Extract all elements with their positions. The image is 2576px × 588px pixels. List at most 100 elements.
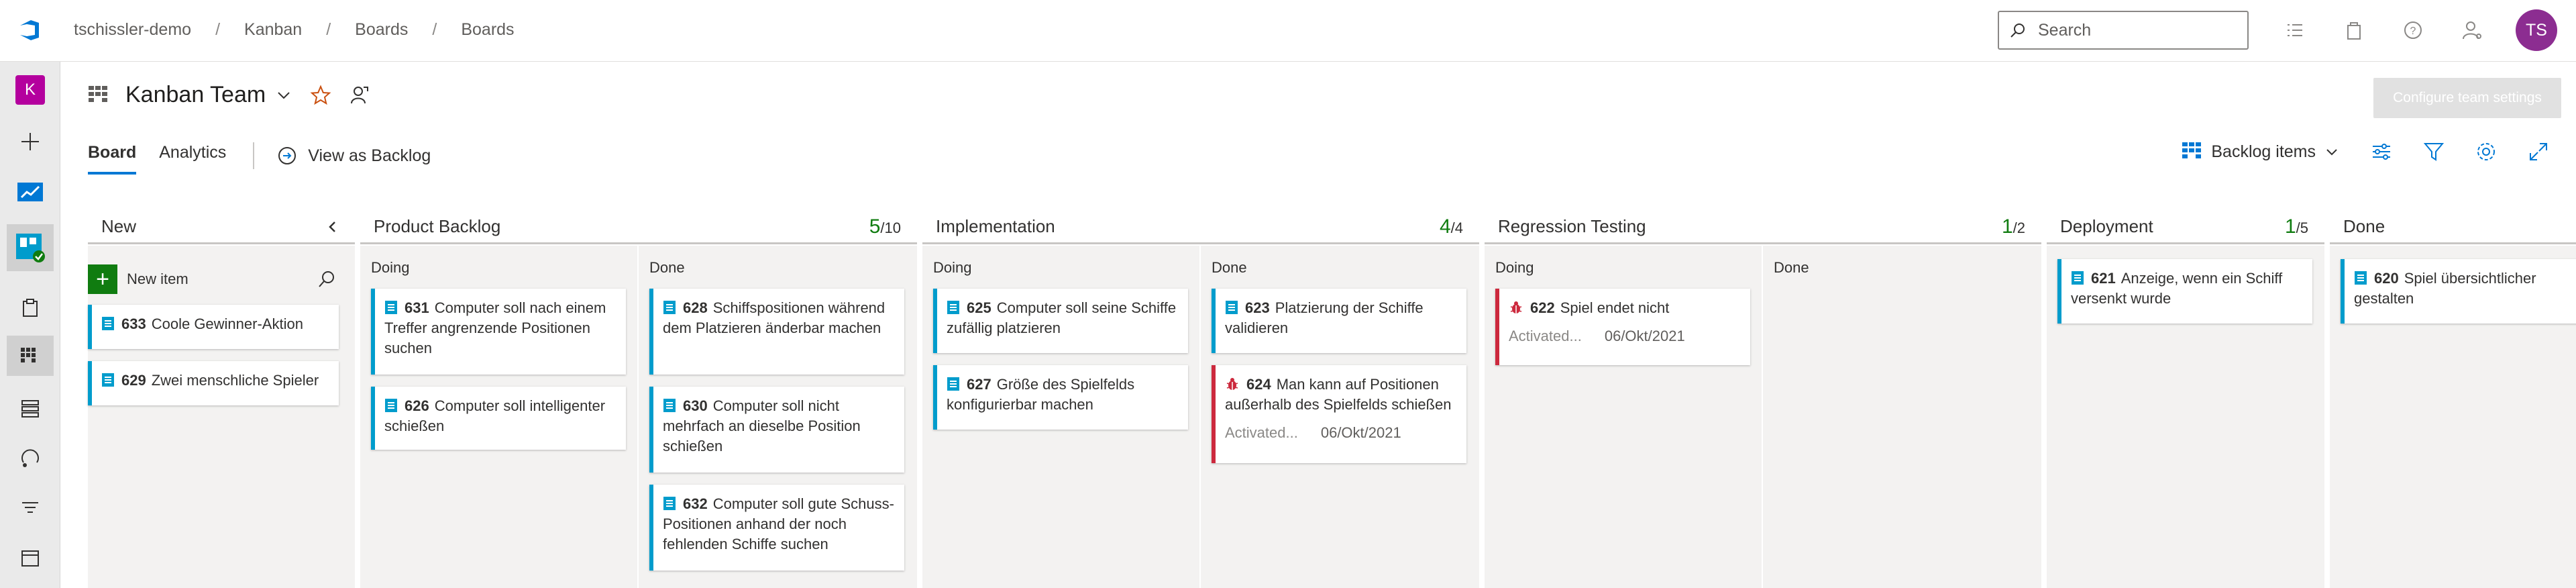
help-icon[interactable]: ? bbox=[2402, 19, 2424, 42]
tab-board[interactable]: Board bbox=[88, 143, 137, 175]
view-options-icon[interactable] bbox=[2371, 141, 2392, 162]
settings-gear-icon[interactable] bbox=[2475, 141, 2497, 162]
breadcrumb-project[interactable]: Kanban bbox=[244, 20, 302, 40]
chevron-down-icon[interactable] bbox=[2324, 144, 2340, 160]
avatar[interactable]: TS bbox=[2516, 9, 2557, 51]
column-title: Regression Testing bbox=[1498, 216, 1646, 236]
bug-card[interactable]: 622 Spiel endet nicht Activated... 06/Okt/… bbox=[1495, 289, 1750, 365]
search-input[interactable]: Search bbox=[1998, 11, 2249, 50]
column-product-backlog: Product Backlog 5/10 Doing 631 Computer s… bbox=[360, 211, 917, 588]
work-item-card[interactable]: 627 Größe des Spielfelds konfigurierbar m… bbox=[933, 365, 1188, 430]
boards-icon[interactable] bbox=[7, 224, 54, 271]
column-implementation: Implementation 4/4 Doing 625 Computer sol… bbox=[922, 211, 1479, 588]
work-item-card[interactable]: 631 Computer soll nach einem Treffer angr… bbox=[371, 289, 626, 375]
work-item-card[interactable]: 626 Computer soll intelligenter schießen bbox=[371, 387, 626, 450]
card-state: Activated... bbox=[1509, 328, 1582, 344]
boards-nav-icon[interactable] bbox=[7, 336, 54, 376]
product-backlog-item-icon bbox=[947, 301, 959, 314]
work-items-icon[interactable] bbox=[13, 291, 47, 325]
team-header: Kanban Team bbox=[88, 82, 370, 108]
bug-icon bbox=[1226, 378, 1238, 390]
new-item-button[interactable]: + New item bbox=[88, 264, 189, 294]
chevron-down-icon[interactable] bbox=[275, 87, 292, 104]
card-state: Activated... bbox=[1225, 424, 1298, 441]
fullscreen-icon[interactable] bbox=[2528, 141, 2549, 162]
bug-card[interactable]: 624 Man kann auf Positionen außerhalb des… bbox=[1212, 365, 1466, 463]
add-icon[interactable] bbox=[13, 125, 47, 158]
work-item-card[interactable]: 621 Anzeige, wenn ein Schiff versenkt wur… bbox=[2057, 259, 2312, 324]
card-id: 626 bbox=[405, 397, 429, 414]
bug-icon bbox=[1510, 301, 1522, 313]
card-id: 623 bbox=[1245, 299, 1270, 316]
team-members-icon[interactable] bbox=[349, 85, 370, 106]
work-item-card[interactable]: 625 Computer soll seine Schiffe zufällig … bbox=[933, 289, 1188, 353]
breadcrumb-org[interactable]: tschissler-demo bbox=[74, 20, 191, 40]
view-as-backlog-link[interactable]: View as Backlog bbox=[277, 146, 431, 166]
card-title[interactable]: Coole Gewinner-Aktion bbox=[152, 315, 303, 332]
sub-column-title: Doing bbox=[371, 259, 410, 276]
view-as-backlog-label: View as Backlog bbox=[308, 146, 431, 165]
left-navigation-rail: K bbox=[0, 62, 60, 588]
wip-count: 1/2 bbox=[2001, 215, 2025, 238]
project-avatar[interactable]: K bbox=[15, 75, 45, 105]
work-item-card[interactable]: 632 Computer soll gute Schuss-Positionen … bbox=[649, 485, 904, 571]
favorite-star-icon[interactable] bbox=[310, 84, 331, 106]
breadcrumb-separator: / bbox=[215, 20, 221, 39]
plus-icon: + bbox=[88, 264, 117, 294]
column-body: 621 Anzeige, wenn ein Schiff versenkt wur… bbox=[2047, 246, 2324, 588]
column-title: Done bbox=[2343, 216, 2385, 236]
tab-analytics[interactable]: Analytics bbox=[159, 143, 226, 169]
azure-devops-logo-icon[interactable] bbox=[17, 17, 43, 43]
breadcrumb-current[interactable]: Boards bbox=[461, 20, 514, 40]
backlogs-icon[interactable] bbox=[13, 392, 47, 426]
card-id: 628 bbox=[683, 299, 708, 316]
search-icon bbox=[2010, 23, 2025, 38]
product-backlog-item-icon bbox=[663, 399, 676, 412]
sprints-icon[interactable] bbox=[13, 442, 47, 475]
shopping-bag-icon[interactable] bbox=[2343, 19, 2365, 42]
card-title[interactable]: Spiel endet nicht bbox=[1560, 299, 1670, 316]
queries-icon[interactable] bbox=[13, 491, 47, 525]
user-settings-icon[interactable] bbox=[2461, 19, 2483, 42]
card-id: 627 bbox=[967, 376, 991, 393]
column-deployment: Deployment 1/5 621 Anzeige, wenn ein Schi… bbox=[2047, 211, 2324, 588]
card-id: 622 bbox=[1530, 299, 1555, 316]
kanban-board: New + New item 633 Coole Gewinner-Aktion … bbox=[61, 211, 2576, 588]
work-item-card[interactable]: 620 Spiel übersichtlicher gestalten bbox=[2341, 259, 2576, 324]
column-title: New bbox=[101, 216, 137, 236]
card-meta: Activated... 06/Okt/2021 bbox=[1509, 326, 1741, 346]
card-id: 631 bbox=[405, 299, 429, 316]
work-item-card[interactable]: 630 Computer soll nicht mehrfach an diese… bbox=[649, 387, 904, 473]
product-backlog-item-icon bbox=[2355, 271, 2367, 285]
filter-icon[interactable] bbox=[2423, 141, 2445, 162]
task-list-icon[interactable] bbox=[2284, 19, 2306, 42]
card-title[interactable]: Zwei menschliche Spieler bbox=[152, 372, 319, 389]
column-header: Implementation 4/4 bbox=[922, 211, 1479, 244]
column-body: 620 Spiel übersichtlicher gestalten bbox=[2330, 246, 2576, 588]
configure-team-settings-button[interactable]: Configure team settings bbox=[2373, 78, 2561, 118]
product-backlog-item-icon bbox=[385, 399, 397, 412]
column-new: New + New item 633 Coole Gewinner-Aktion … bbox=[88, 211, 355, 588]
search-icon[interactable] bbox=[317, 270, 336, 289]
card-date: 06/Okt/2021 bbox=[1604, 328, 1685, 344]
breadcrumb-separator: / bbox=[432, 20, 437, 39]
breadcrumb: tschissler-demo / Kanban / Boards / Boar… bbox=[74, 20, 515, 40]
column-header: New bbox=[88, 211, 355, 244]
breadcrumb-boards[interactable]: Boards bbox=[355, 20, 408, 40]
product-backlog-item-icon bbox=[385, 301, 397, 314]
work-item-card[interactable]: 623 Platzierung der Schiffe validieren bbox=[1212, 289, 1466, 353]
column-header: Product Backlog 5/10 bbox=[360, 211, 917, 244]
collapse-chevron-icon[interactable] bbox=[325, 219, 340, 234]
wip-count: 4/4 bbox=[1439, 215, 1463, 238]
overview-icon[interactable] bbox=[13, 175, 47, 208]
backlog-level-icon bbox=[2182, 142, 2202, 158]
work-item-card[interactable]: 628 Schiffspositionen während dem Platzie… bbox=[649, 289, 904, 375]
delivery-plans-icon[interactable] bbox=[13, 541, 47, 575]
tab-divider bbox=[253, 142, 255, 169]
work-item-card[interactable]: 633 Coole Gewinner-Aktion bbox=[88, 305, 339, 349]
team-name[interactable]: Kanban Team bbox=[125, 82, 266, 108]
breadcrumb-separator: / bbox=[326, 20, 331, 39]
work-item-card[interactable]: 629 Zwei menschliche Spieler bbox=[88, 361, 339, 405]
backlog-level-selector[interactable]: Backlog items bbox=[2211, 142, 2316, 162]
product-backlog-item-icon bbox=[947, 377, 959, 391]
